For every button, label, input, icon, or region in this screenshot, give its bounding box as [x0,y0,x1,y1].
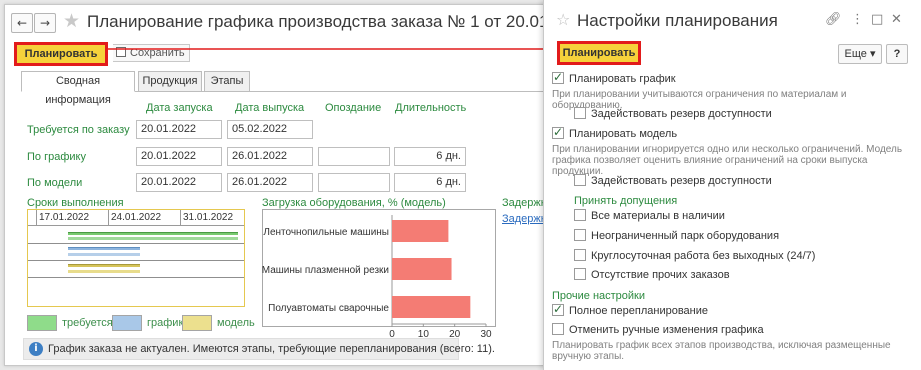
checkbox-icon [574,249,586,261]
assumption-label: Круглосуточная работа без выходных (24/7… [591,250,816,262]
checkbox-icon [574,229,586,241]
plan-model-label: Планировать модель [569,128,678,140]
chart-bar [392,258,452,280]
cancel-manual-note: Планировать график всех этапов производс… [552,340,891,362]
assumption-checkbox[interactable]: Отсутствие прочих заказов [574,268,730,281]
panel-title: Настройки планирования [577,11,778,30]
plan-model-note: При планировании игнорируется одно или н… [552,144,903,177]
cancel-manual-label: Отменить ручные изменения графика [569,324,764,336]
use-reserve-2-checkbox[interactable]: Задействовать резерв доступности [574,174,772,187]
maximize-icon[interactable]: □ [871,12,883,27]
checkbox-icon [574,107,586,119]
planning-settings-panel: ☆ Настройки планирования 🔗︎ ⋮ □ ✕ Планир… [543,0,921,370]
full-replan-checkbox[interactable]: Полное перепланирование [552,302,708,317]
assumptions-label: Принять допущения [574,195,678,207]
checkbox-checked-icon [552,125,564,139]
close-icon[interactable]: ✕ [891,12,902,27]
info-icon: i [29,342,43,356]
link-icon[interactable]: 🔗︎ [825,12,842,27]
info-message: i График заказа не актуален. Имеются эта… [23,338,495,360]
assumption-checkbox[interactable]: Неограниченный парк оборудования [574,229,779,242]
assumption-label: Отсутствие прочих заказов [591,269,730,281]
order-schedule-window: ← → ★ Планирование графика производства … [4,4,552,366]
full-replan-label: Полное перепланирование [569,305,708,317]
plan-button[interactable]: Планировать [557,41,641,65]
checkbox-icon [574,268,586,280]
info-text: График заказа не актуален. Имеются этапы… [48,343,495,355]
checkbox-icon [552,323,564,335]
chart-category-label: Ленточнопильные машины [263,227,389,238]
use-reserve-2-label: Задействовать резерв доступности [591,175,772,187]
equipment-load-chart: Ленточнопильные машины Машины плазменной … [262,215,492,340]
cancel-manual-checkbox[interactable]: Отменить ручные изменения графика [552,323,764,336]
assumption-checkbox[interactable]: Все материалы в наличии [574,209,725,222]
plan-model-checkbox[interactable]: Планировать модель [552,125,678,140]
chart-category-label: Полуавтоматы сварочные [268,303,389,314]
chart-bar [392,220,449,242]
chart-category-label: Машины плазменной резки [262,265,389,276]
more-button-label: Еще [844,48,867,60]
favorite-star-icon[interactable]: ☆ [556,10,570,29]
assumption-checkbox[interactable]: Круглосуточная работа без выходных (24/7… [574,249,815,262]
tab-summary[interactable]: Сводная информация [21,71,135,106]
use-reserve-1-checkbox[interactable]: Задействовать резерв доступности [574,107,772,120]
checkbox-icon [574,209,586,221]
checkbox-checked-icon [552,302,564,316]
assumption-label: Неограниченный парк оборудования [591,230,780,242]
checkbox-icon [574,174,586,186]
plan-graph-label: Планировать график [569,73,676,85]
help-button[interactable]: ? [886,44,908,64]
assumption-label: Все материалы в наличии [591,210,725,222]
more-icon[interactable]: ⋮ [851,12,864,27]
more-button[interactable]: Еще ▾ [838,44,882,64]
plan-graph-checkbox[interactable]: Планировать график [552,70,676,85]
other-settings-label: Прочие настройки [552,290,646,302]
chart-bar [392,296,471,318]
chevron-down-icon: ▾ [869,48,876,60]
use-reserve-1-label: Задействовать резерв доступности [591,108,772,120]
checkbox-checked-icon [552,70,564,84]
